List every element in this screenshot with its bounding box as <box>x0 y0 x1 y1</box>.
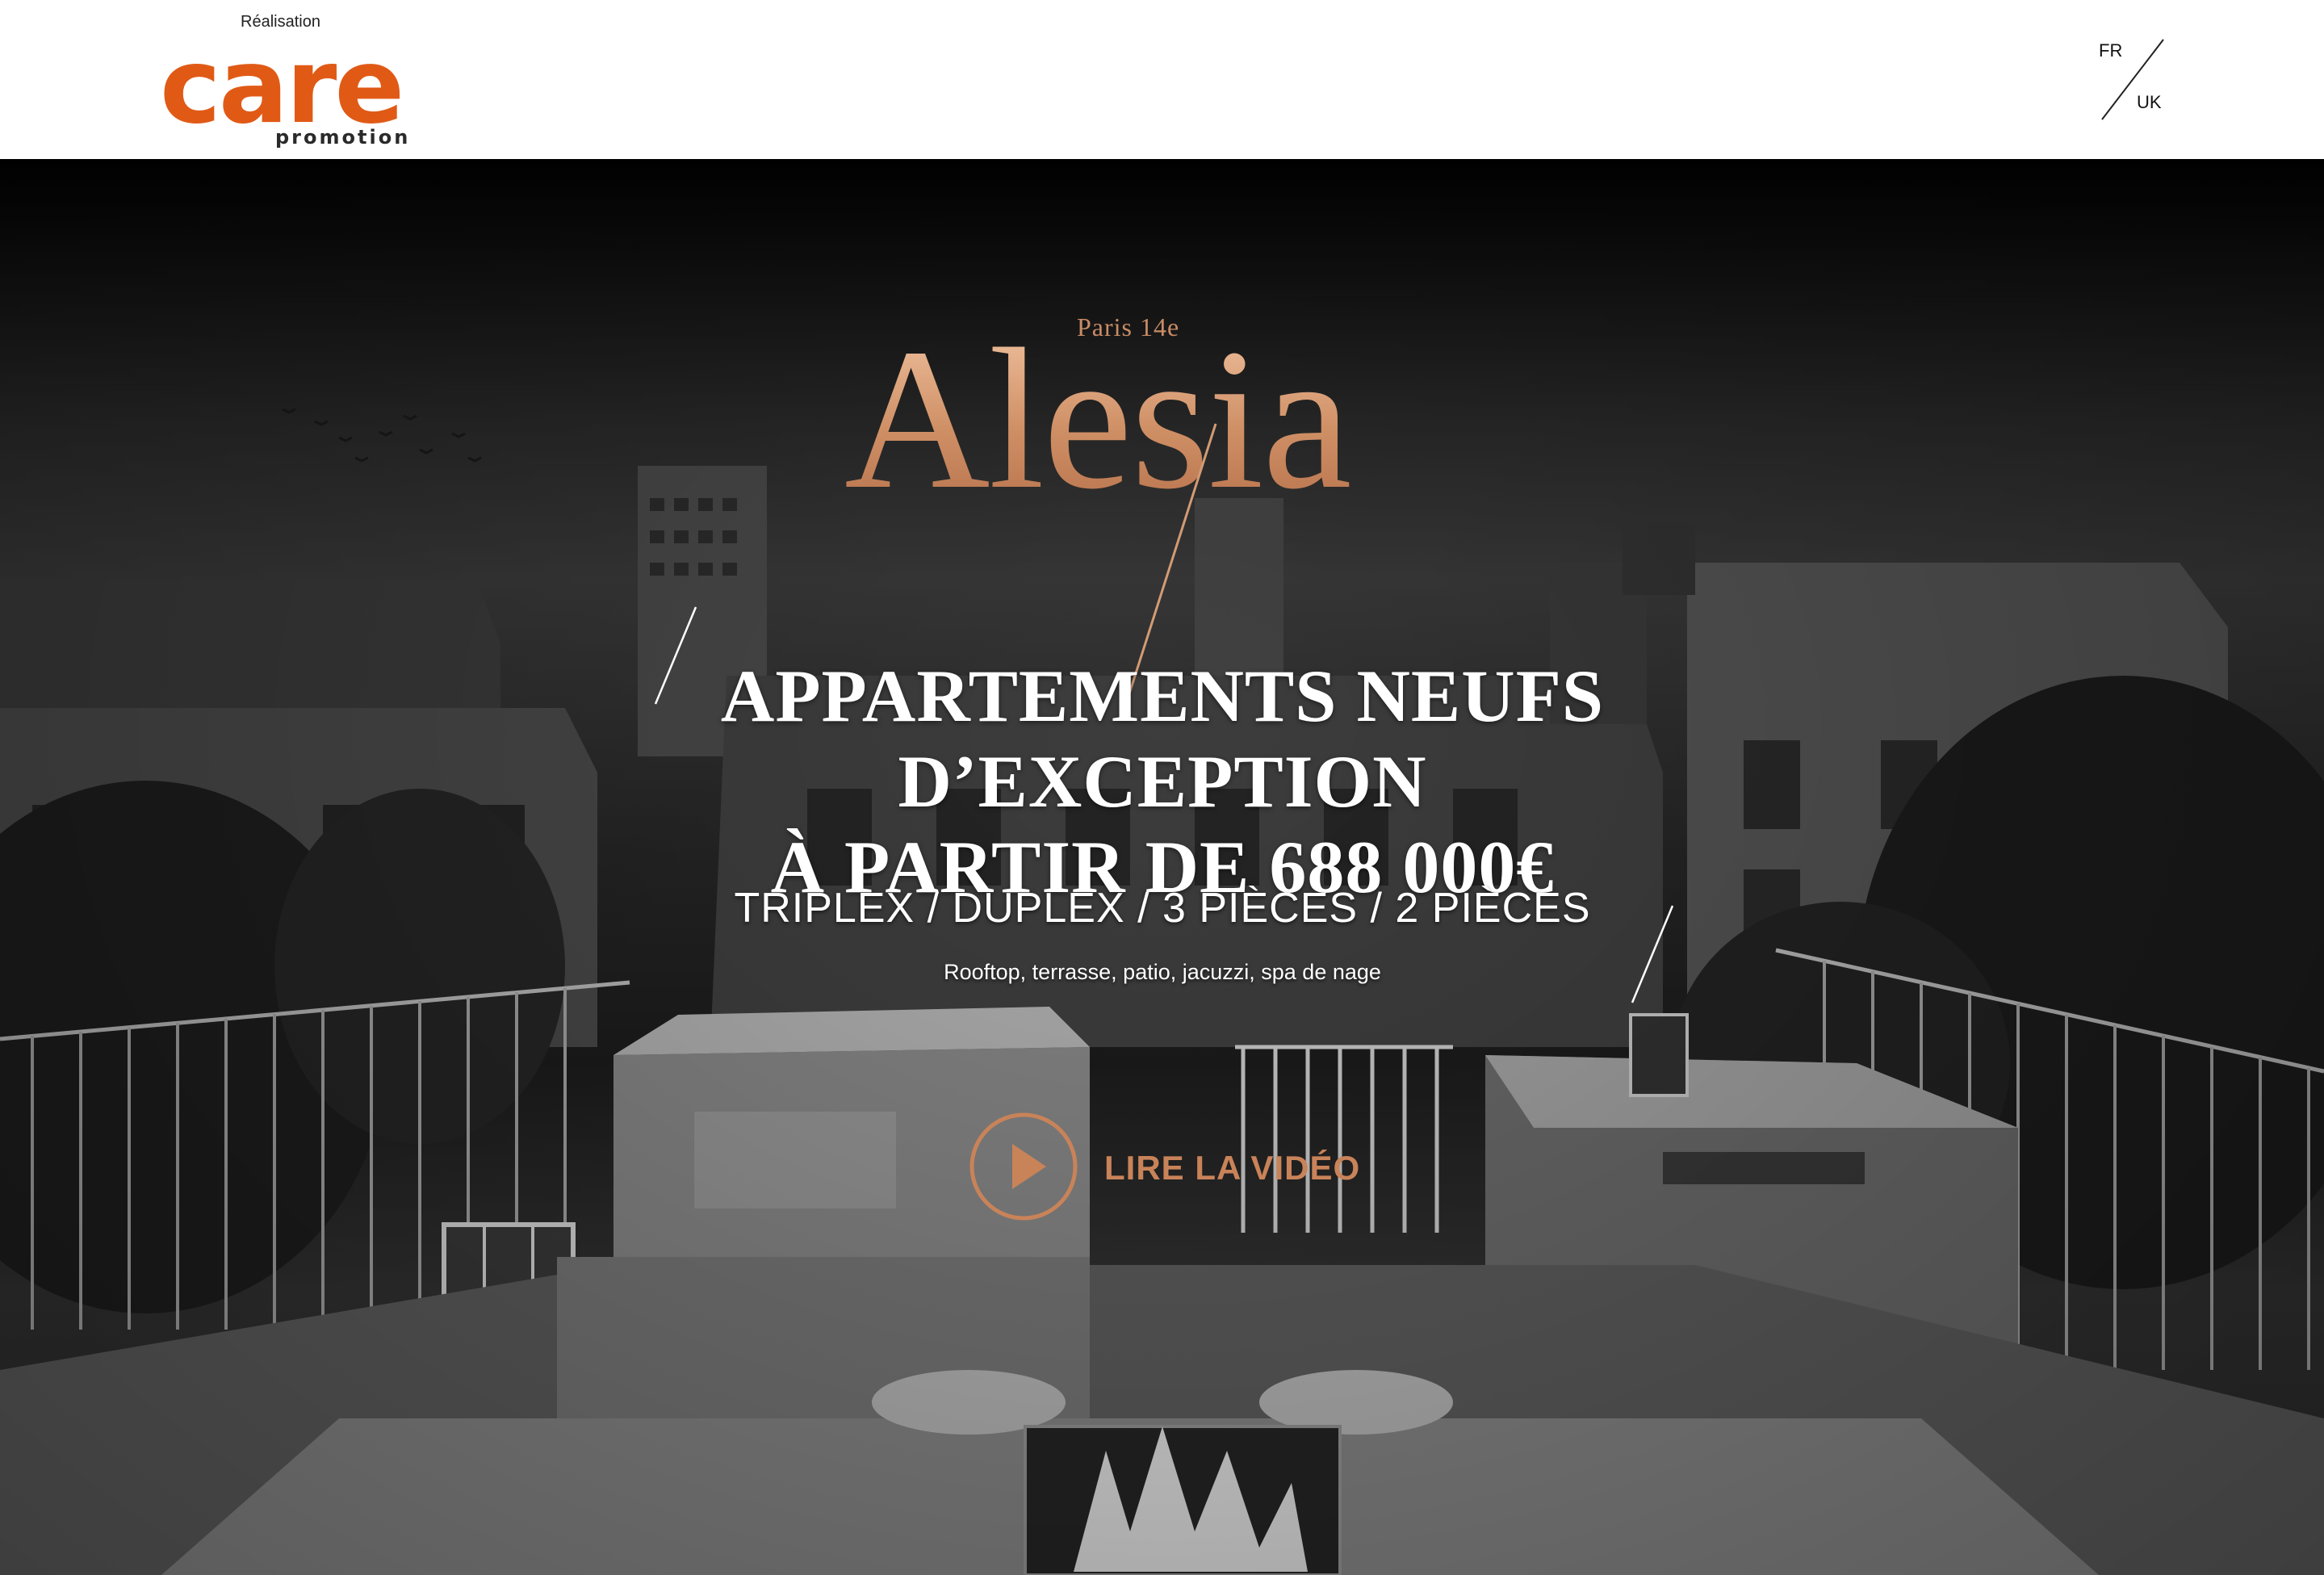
video-label: LIRE LA VIDÉO <box>1104 1149 1361 1187</box>
headline-line-1: APPARTEMENTS NEUFS <box>720 654 1605 737</box>
language-fr-link[interactable]: FR <box>2099 40 2122 61</box>
hero-section: Paris 14e Alesia APPARTEMENTS NEUFS D’EX… <box>0 159 2324 1575</box>
play-video-button[interactable]: LIRE LA VIDÉO <box>967 1110 1387 1223</box>
logo-wordmark: care <box>160 27 404 147</box>
language-uk-link[interactable]: UK <box>2137 92 2162 113</box>
logo-subtitle: promotion <box>275 126 411 149</box>
headline-line-2: D’EXCEPTION <box>898 739 1427 823</box>
site-header: Réalisation care promotion FR UK <box>0 0 2324 159</box>
amenities-list: Rooftop, terrasse, patio, jacuzzi, spa d… <box>944 960 1381 984</box>
care-promotion-logo[interactable]: Réalisation care promotion <box>160 13 410 150</box>
language-switcher: FR UK <box>2091 36 2180 124</box>
play-icon <box>969 1112 1078 1221</box>
hero-headline: APPARTEMENTS NEUFS D’EXCEPTION À PARTIR … <box>630 653 1695 910</box>
apartment-types: TRIPLEX / DUPLEX / 3 PIÈCES / 2 PIÈCES <box>734 885 1591 932</box>
